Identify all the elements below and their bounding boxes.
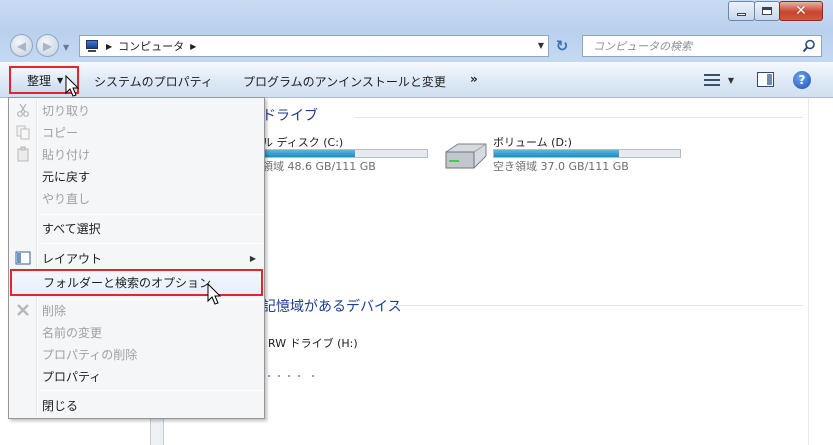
title-bar: ✕ [0, 0, 833, 30]
help-button[interactable]: ? [793, 71, 811, 89]
drive-c-free-space: 領域 48.6 GB/111 GB [262, 160, 376, 173]
menu-item-properties[interactable]: プロパティ [9, 365, 264, 387]
menu-item-label: 元に戻す [42, 169, 91, 184]
menu-item-folder-search-options[interactable]: フォルダーと検索のオプション [10, 269, 263, 296]
view-list-icon [704, 73, 720, 87]
group-title-removable-storage[interactable]: 記憶域があるデバイス [262, 296, 402, 316]
computer-icon [84, 39, 100, 53]
mouse-pointer-icon [65, 75, 80, 97]
navigation-pane-scrollbar[interactable] [150, 418, 164, 445]
menu-item-label: やり直し [42, 191, 91, 206]
menu-item-undo[interactable]: 元に戻す [9, 165, 264, 187]
menu-item-label: プロパティの削除 [42, 347, 138, 362]
change-view-button[interactable]: ▼ [704, 71, 734, 89]
drive-d-name[interactable]: ボリューム (D:) [493, 134, 572, 150]
forward-button[interactable]: ▶ [36, 34, 59, 57]
refresh-icon: ↻ [555, 37, 569, 55]
menu-item-layout[interactable]: レイアウト ▶ [9, 247, 264, 269]
hard-drive-icon[interactable] [440, 140, 488, 174]
close-icon: ✕ [795, 3, 807, 19]
delete-icon [17, 304, 29, 316]
vertical-scrollbar[interactable] [808, 98, 833, 445]
menu-item-select-all[interactable]: すべて選択 [9, 217, 264, 239]
drive-c-usage-fill [263, 150, 355, 157]
mouse-pointer-icon [207, 283, 222, 305]
menu-item-copy[interactable]: コピー [9, 121, 264, 143]
forward-arrow-icon: ▶ [42, 38, 53, 53]
help-icon: ? [798, 73, 806, 87]
refresh-button[interactable]: ↻ [552, 37, 572, 55]
preview-pane-button[interactable] [757, 72, 774, 87]
organize-label: 整理 [27, 73, 52, 88]
group-divider [390, 305, 803, 306]
menu-item-label: プロパティ [42, 369, 102, 384]
chevron-down-icon: ▼ [57, 75, 64, 85]
system-properties-button[interactable]: システムのプロパティ [94, 73, 213, 90]
submenu-arrow-icon: ▶ [249, 253, 256, 263]
breadcrumb-separator-icon[interactable]: ▶ [106, 42, 112, 51]
organize-menu: 切り取り コピー 貼り付け 元に戻す やり直し すべて選択 レイアウト ▶ フォ… [8, 97, 265, 419]
paste-icon [17, 146, 29, 162]
scissors-icon [17, 103, 29, 117]
recent-pages-dropdown-icon[interactable]: ▼ [63, 43, 69, 52]
menu-separator [41, 214, 263, 215]
search-input[interactable]: コンピュータの検索 [593, 38, 692, 54]
drive-c-name[interactable]: ル ディスク (C:) [262, 134, 343, 150]
navigation-bar: ◀ ▶ ▼ ▶ コンピュータ ▶ ▼ ↻ コンピュータの検索 [0, 30, 833, 62]
menu-item-label: 閉じる [42, 398, 79, 413]
group-title-drives[interactable]: ドライブ [262, 105, 318, 125]
group-divider [355, 117, 803, 118]
close-button[interactable]: ✕ [779, 1, 823, 21]
drive-d-usage-bar [493, 149, 681, 158]
breadcrumb-computer[interactable]: コンピュータ [118, 38, 184, 54]
menu-item-cut[interactable]: 切り取り [9, 99, 264, 121]
maximize-icon [762, 7, 772, 15]
menu-separator [41, 243, 263, 244]
menu-item-label: レイアウト [42, 251, 103, 266]
drive-d-free-space: 空き領域 37.0 GB/111 GB [493, 160, 629, 173]
menu-item-paste[interactable]: 貼り付け [9, 143, 264, 165]
menu-item-label: 名前の変更 [42, 325, 103, 340]
search-box[interactable]: コンピュータの検索 [582, 35, 822, 57]
partially-hidden-label [268, 375, 314, 377]
search-icon[interactable] [802, 39, 816, 53]
menu-item-rename[interactable]: 名前の変更 [9, 321, 264, 343]
minimize-icon [737, 12, 746, 16]
minimize-button[interactable] [728, 1, 755, 21]
command-bar: 整理 ▼ システムのプロパティ プログラムのアンインストールと変更 » ▼ ? [0, 62, 833, 98]
menu-item-redo[interactable]: やり直し [9, 187, 264, 209]
layout-icon [15, 251, 31, 265]
address-bar[interactable]: ▶ コンピュータ ▶ ▼ [79, 35, 549, 57]
menu-item-label: フォルダーと検索のオプション [43, 276, 212, 290]
menu-item-label: 貼り付け [42, 147, 91, 162]
uninstall-program-button[interactable]: プログラムのアンインストールと変更 [243, 73, 446, 90]
menu-separator [41, 390, 263, 391]
more-commands-button[interactable]: » [470, 72, 478, 86]
menu-item-label: すべて選択 [42, 221, 101, 236]
maximize-button[interactable] [754, 1, 780, 21]
back-arrow-icon: ◀ [16, 38, 27, 53]
menu-item-label: コピー [42, 125, 79, 140]
drive-d-usage-fill [494, 150, 619, 157]
menu-item-label: 切り取り [42, 103, 91, 118]
optical-drive-h-name[interactable]: RW ドライブ (H:) [268, 335, 358, 351]
back-button[interactable]: ◀ [10, 34, 33, 57]
address-history-dropdown-icon[interactable]: ▼ [538, 41, 544, 50]
menu-item-delete[interactable]: 削除 [9, 299, 264, 321]
chevron-down-icon[interactable]: ▼ [728, 76, 734, 85]
copy-icon [16, 125, 30, 140]
menu-item-label: 削除 [42, 303, 67, 318]
drive-c-usage-bar [262, 149, 428, 158]
menu-item-close[interactable]: 閉じる [9, 394, 264, 416]
breadcrumb-separator-icon[interactable]: ▶ [190, 42, 196, 51]
menu-item-remove-properties[interactable]: プロパティの削除 [9, 343, 264, 365]
